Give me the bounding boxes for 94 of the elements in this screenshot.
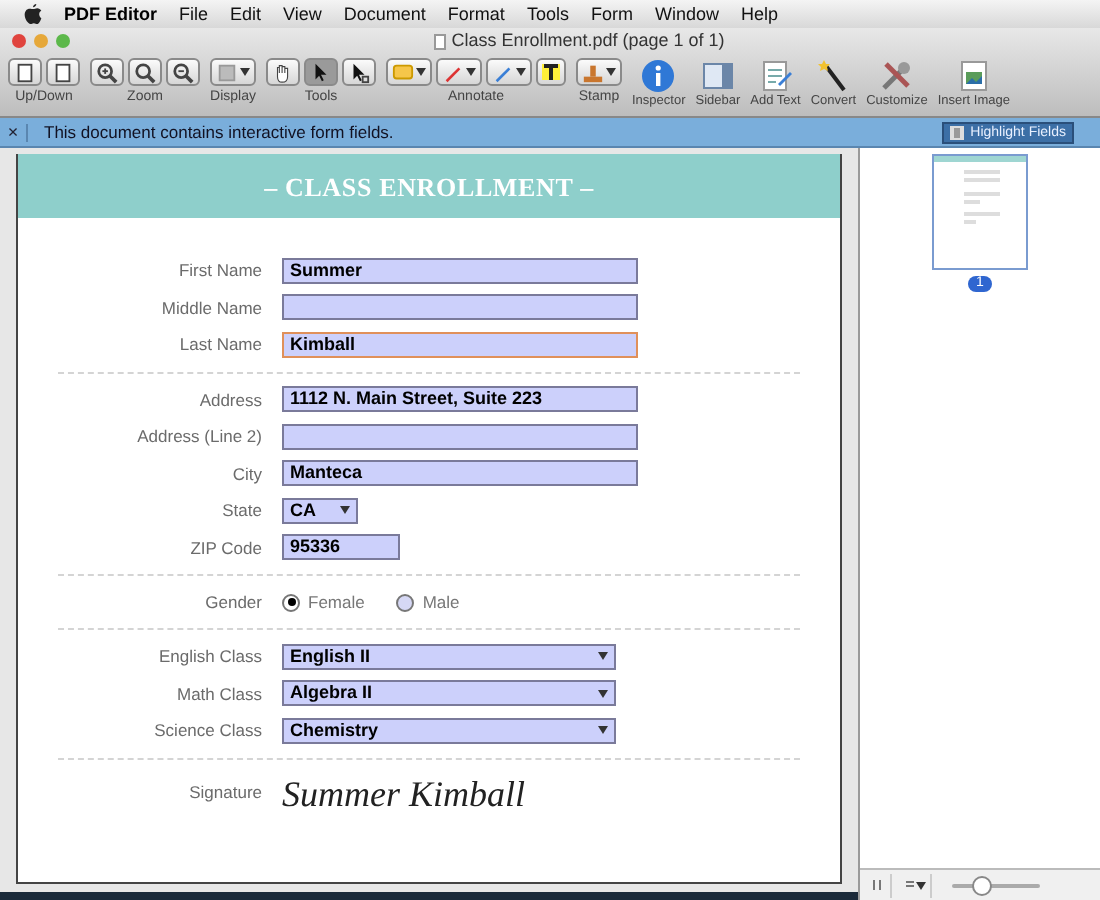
radio-button[interactable] xyxy=(282,593,300,611)
sidebar-icon xyxy=(699,58,736,94)
caret-icon xyxy=(606,68,616,76)
document-pen-icon xyxy=(757,58,794,94)
menu-item[interactable]: Help xyxy=(740,5,778,23)
toolbar-button[interactable] xyxy=(386,58,432,86)
toolbar-button[interactable] xyxy=(166,58,200,86)
menu-item[interactable]: File xyxy=(179,5,209,23)
toolbar-button[interactable] xyxy=(486,58,532,86)
text-field[interactable]: Summer xyxy=(282,257,638,284)
caret-icon xyxy=(598,689,608,698)
close-button[interactable]: × xyxy=(0,123,28,141)
field-label: Last Name xyxy=(177,336,264,353)
toolbar-button[interactable] xyxy=(536,58,566,86)
field-label: ZIP Code xyxy=(188,539,264,556)
field-label: Middle Name xyxy=(159,299,264,316)
caret-icon xyxy=(516,68,526,76)
text-field[interactable]: 95336 xyxy=(282,534,400,561)
stamp-icon xyxy=(582,61,604,83)
text-field[interactable]: 1112 N. Main Street, Suite 223 xyxy=(282,386,638,413)
field-label: Gender xyxy=(203,593,264,611)
toolbar-button[interactable] xyxy=(342,58,376,86)
dropdown-field[interactable]: CA xyxy=(282,497,358,524)
menu-item[interactable]: View xyxy=(283,5,322,23)
menu-item[interactable]: PDF Editor xyxy=(64,5,157,23)
text-field[interactable] xyxy=(282,423,638,450)
pointer-icon xyxy=(310,61,332,83)
display-icon xyxy=(216,61,238,83)
field-label: First Name xyxy=(176,262,264,279)
apple-logo-icon[interactable] xyxy=(24,4,42,24)
dropdown-field[interactable]: Algebra II xyxy=(282,680,616,707)
caret-icon xyxy=(466,68,476,76)
zoom-slider-thumb[interactable] xyxy=(972,875,993,895)
columns-icon xyxy=(872,880,882,890)
toolbar-button[interactable] xyxy=(304,58,338,86)
menu-item[interactable]: Document xyxy=(343,5,426,23)
menu-item[interactable]: Tools xyxy=(526,5,569,23)
field-label: Address (Line 2) xyxy=(135,428,264,445)
field-label: Signature xyxy=(187,784,264,802)
zoom-out-icon xyxy=(172,61,194,83)
dropdown-value: English II xyxy=(290,647,371,666)
dropdown-field[interactable]: English II xyxy=(282,643,616,670)
toolbar-button[interactable] xyxy=(576,58,622,86)
field-label: Address xyxy=(197,391,264,408)
note-icon xyxy=(392,61,414,83)
field-label: Math Class xyxy=(174,685,264,702)
toolbar-button[interactable] xyxy=(210,58,256,86)
image-document-icon xyxy=(955,58,992,94)
field-label: English Class xyxy=(157,648,264,665)
caret-icon xyxy=(598,652,608,661)
dropdown-value: Algebra II xyxy=(290,684,373,703)
toolbar-button[interactable] xyxy=(436,58,482,86)
text-field[interactable]: Kimball xyxy=(282,331,638,358)
hand-icon xyxy=(272,61,294,83)
menu-item[interactable]: Edit xyxy=(230,5,262,23)
field-label: Science Class xyxy=(152,722,264,739)
menu-item[interactable]: Format xyxy=(447,5,505,23)
document-icon xyxy=(433,33,446,49)
dropdown-field[interactable]: Chemistry xyxy=(282,717,616,744)
view-options-button[interactable] xyxy=(900,873,932,897)
info-icon xyxy=(640,58,677,94)
toolbar-button[interactable] xyxy=(266,58,300,86)
text-field[interactable]: Manteca xyxy=(282,460,638,487)
toolbar-button[interactable] xyxy=(90,58,124,86)
form-title: – CLASS ENROLLMENT – xyxy=(264,173,594,199)
radio-label: Male xyxy=(422,593,460,611)
toolbar-button[interactable] xyxy=(46,58,80,86)
radio-button[interactable] xyxy=(396,593,415,611)
toolbar-button[interactable] xyxy=(8,58,42,86)
menu-item[interactable]: Window xyxy=(654,5,719,23)
zoom-in-icon xyxy=(96,61,118,83)
close-window-button[interactable] xyxy=(12,34,26,48)
page-icon xyxy=(14,61,36,83)
menu-item[interactable]: Form xyxy=(590,5,633,23)
caret-icon xyxy=(915,881,925,889)
text-highlight-icon xyxy=(542,64,560,80)
caret-icon xyxy=(240,68,250,76)
tools-icon xyxy=(878,58,915,94)
window-title: Class Enrollment.pdf (page 1 of 1) xyxy=(451,32,725,50)
signature: Summer Kimball xyxy=(282,775,525,811)
pointer-icon xyxy=(348,61,370,83)
dropdown-value: Chemistry xyxy=(290,721,379,740)
toolbar-button[interactable] xyxy=(128,58,162,86)
caret-icon xyxy=(598,726,608,735)
page-icon xyxy=(52,61,74,83)
dropdown-value: CA xyxy=(290,501,316,520)
field-label: City xyxy=(230,465,264,482)
caret-icon xyxy=(340,506,350,515)
info-message: This document contains interactive form fields. xyxy=(44,123,396,141)
text-field[interactable] xyxy=(282,294,638,321)
page-thumbnail[interactable] xyxy=(932,154,1028,270)
caret-icon xyxy=(416,68,426,76)
field-label: State xyxy=(220,502,264,519)
radio-label: Female xyxy=(308,593,365,611)
